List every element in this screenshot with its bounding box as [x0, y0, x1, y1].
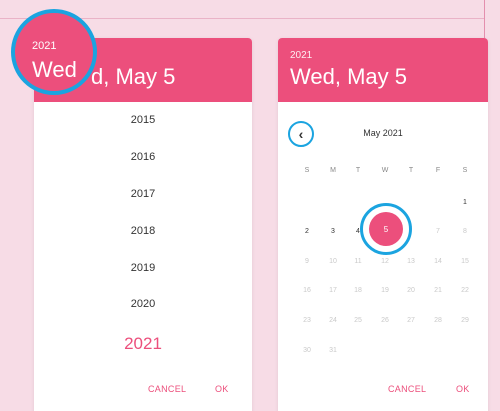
weekday-label: T	[408, 167, 414, 174]
weekday-label: F	[435, 167, 441, 174]
calendar-day[interactable]: 23	[298, 317, 316, 324]
year-option[interactable]: 2015	[34, 114, 252, 126]
year-option[interactable]: 2018	[34, 225, 252, 237]
calendar-day[interactable]: 16	[298, 287, 316, 294]
year-option[interactable]: 2020	[34, 298, 252, 310]
calendar-day[interactable]: 29	[456, 317, 474, 324]
calendar-day[interactable]: 21	[429, 287, 447, 294]
ok-button[interactable]: OK	[215, 384, 229, 394]
cancel-button[interactable]: CANCEL	[148, 384, 186, 394]
header-date: Wed	[32, 57, 77, 82]
calendar-header: 2021 Wed, May 5	[278, 38, 488, 102]
calendar-day[interactable]: 14	[429, 258, 447, 265]
year-option[interactable]: 2019	[34, 262, 252, 274]
calendar-dialog: 2021 Wed, May 5 May 2021 S M T W T F S 1…	[278, 38, 488, 411]
calendar-day[interactable]: 13	[402, 258, 420, 265]
header-callout[interactable]: 2021 Wed	[11, 9, 97, 95]
calendar-day[interactable]: 15	[456, 258, 474, 265]
year-option[interactable]: 2016	[34, 151, 252, 163]
calendar-day[interactable]: 3	[324, 228, 342, 235]
calendar-day[interactable]: 11	[349, 258, 367, 265]
selected-day-highlight: 5	[360, 203, 412, 255]
weekday-label: S	[462, 167, 468, 174]
calendar-day[interactable]: 28	[429, 317, 447, 324]
header-date-tail: d, May 5	[91, 64, 176, 89]
year-option[interactable]: 2017	[34, 188, 252, 200]
calendar-day[interactable]: 25	[349, 317, 367, 324]
weekday-label: S	[304, 167, 310, 174]
calendar-day[interactable]: 31	[324, 347, 342, 354]
weekday-label: W	[381, 167, 389, 174]
weekday-label: T	[355, 167, 361, 174]
header-year[interactable]: 2021	[32, 40, 56, 52]
calendar-day[interactable]: 9	[298, 258, 316, 265]
header-date[interactable]: Wed, May 5	[290, 64, 407, 90]
calendar-day[interactable]: 7	[429, 228, 447, 235]
calendar-day[interactable]: 17	[324, 287, 342, 294]
calendar-day[interactable]: 22	[456, 287, 474, 294]
calendar-day[interactable]: 18	[349, 287, 367, 294]
cancel-button[interactable]: CANCEL	[388, 384, 426, 394]
calendar-day[interactable]: 10	[324, 258, 342, 265]
calendar-day[interactable]: 12	[376, 258, 394, 265]
calendar-day[interactable]: 30	[298, 347, 316, 354]
calendar-day[interactable]: 24	[324, 317, 342, 324]
calendar-day[interactable]: 1	[456, 199, 474, 206]
calendar-day[interactable]: 20	[402, 287, 420, 294]
year-option-selected[interactable]: 2021	[34, 334, 252, 354]
calendar-day[interactable]: 19	[376, 287, 394, 294]
selected-day[interactable]: 5	[369, 212, 403, 246]
ok-button[interactable]: OK	[456, 384, 470, 394]
chevron-left-icon[interactable]: ‹	[288, 121, 314, 147]
header-year[interactable]: 2021	[290, 50, 312, 61]
calendar-day[interactable]: 26	[376, 317, 394, 324]
calendar-day[interactable]: 8	[456, 228, 474, 235]
year-list[interactable]: 2015 2016 2017 2018 2019 2020 2021	[34, 102, 252, 411]
calendar-day[interactable]: 27	[402, 317, 420, 324]
weekday-label: M	[330, 167, 336, 174]
year-picker-dialog: d, May 5 2015 2016 2017 2018 2019 2020 2…	[34, 38, 252, 411]
calendar-day[interactable]: 2	[298, 228, 316, 235]
